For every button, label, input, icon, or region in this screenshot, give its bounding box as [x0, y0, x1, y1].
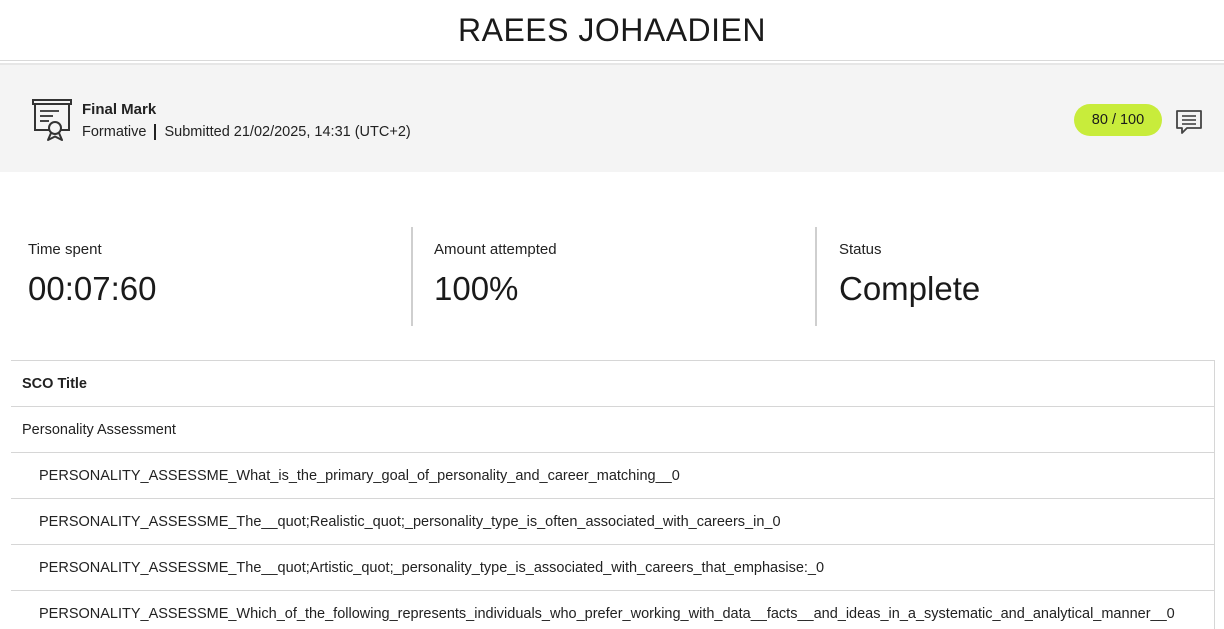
time-spent-value: 00:07:60: [28, 270, 157, 307]
table-row[interactable]: PERSONALITY_ASSESSME_What_is_the_primary…: [11, 453, 1214, 499]
table-header: SCO Title: [11, 361, 1214, 407]
final-mark-title: Final Mark: [82, 101, 157, 118]
comment-icon[interactable]: [1174, 107, 1204, 137]
table-row[interactable]: PERSONALITY_ASSESSME_The__quot;Artistic_…: [11, 545, 1214, 591]
sco-table: SCO Title Personality Assessment PERSONA…: [11, 360, 1215, 629]
submitted-date: Submitted 21/02/2025, 14:31 (UTC+2): [164, 124, 411, 140]
status-stat: Status Complete: [815, 227, 980, 326]
attempt-stats: Time spent 00:07:60 Amount attempted 100…: [0, 227, 1224, 326]
table-row[interactable]: PERSONALITY_ASSESSME_The__quot;Realistic…: [11, 499, 1214, 545]
status-value: Complete: [839, 270, 981, 307]
separator: [154, 124, 157, 140]
student-name: RAEES JOHAADIEN: [457, 11, 766, 48]
assessment-type: Formative: [82, 124, 147, 140]
amount-attempted-value: 100%: [434, 270, 519, 307]
time-spent-label: Time spent: [28, 241, 102, 258]
table-row[interactable]: Personality Assessment: [11, 407, 1214, 453]
amount-attempted-stat: Amount attempted 100%: [411, 227, 557, 326]
final-mark-panel: Final Mark Formative Submitted 21/02/202…: [0, 63, 1224, 172]
page-header: RAEES JOHAADIEN: [0, 0, 1224, 61]
time-spent-stat: Time spent 00:07:60: [28, 227, 156, 326]
table-row[interactable]: PERSONALITY_ASSESSME_Which_of_the_follow…: [11, 591, 1214, 629]
mark-details: Formative Submitted 21/02/2025, 14:31 (U…: [82, 124, 411, 140]
certificate-icon: [32, 99, 72, 141]
status-label: Status: [839, 241, 882, 258]
amount-attempted-label: Amount attempted: [434, 241, 557, 258]
score-badge: 80 / 100: [1074, 104, 1162, 136]
